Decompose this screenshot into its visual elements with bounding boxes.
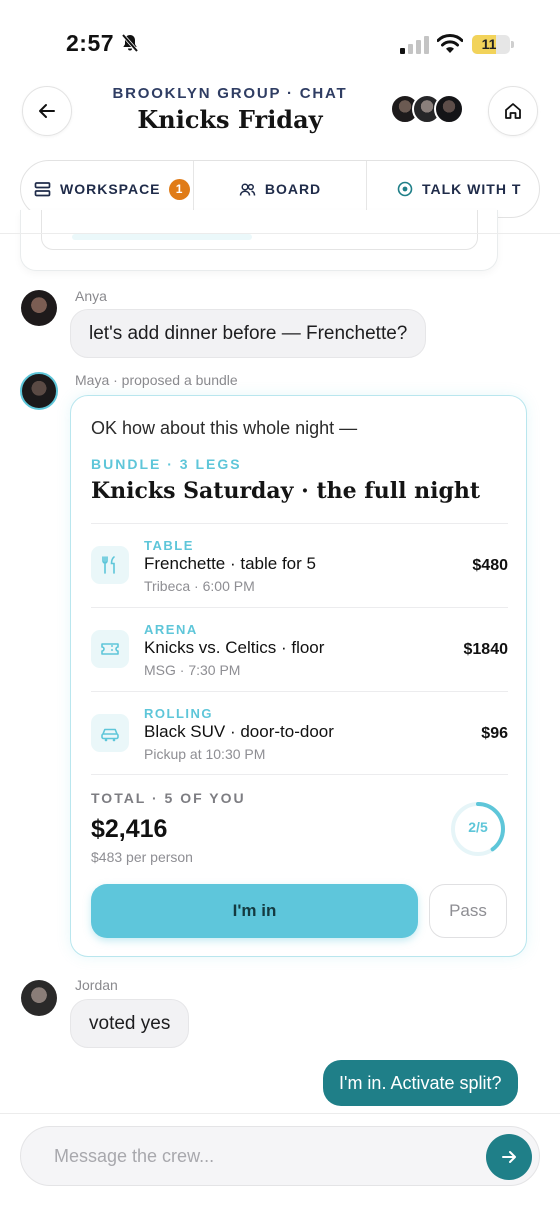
total-label: TOTAL · 5 OF YOU [91,790,246,806]
composer-divider [0,1113,560,1114]
vote-progress-ring: 2/5 [450,801,506,857]
home-button[interactable] [488,86,538,136]
ticket-icon [91,630,129,668]
leg-price: $480 [472,557,508,574]
sender-name: Jordan [75,977,118,993]
divider [91,774,508,775]
leg-category: TABLE [144,538,194,553]
bundle-card: OK how about this whole night — BUNDLE ·… [70,395,527,957]
page-title: Knicks Friday [137,105,323,134]
message-bubble[interactable]: let's add dinner before — Frenchette? [70,309,427,358]
layers-icon [34,181,51,196]
message-input[interactable]: Message the crew... [20,1126,540,1186]
leg-name: Black SUV · door-to-door [144,722,334,741]
pass-button[interactable]: Pass [429,884,507,938]
leg-meta: MSG · 7:30 PM [144,662,241,678]
outgoing-message-bubble[interactable]: I'm in. Activate split? [323,1060,518,1106]
avatar[interactable] [21,290,57,326]
avatar[interactable] [20,372,58,410]
sender-name: Anya [75,288,107,304]
bundle-title: Knicks Saturday · the full night [91,478,480,504]
leg-meta: Tribeca · 6:00 PM [144,578,255,594]
chat-group-subtitle: BROOKLYN GROUP · CHAT [112,85,348,102]
notification-badge: 1 [168,178,190,200]
bundle-intro: OK how about this whole night — [91,418,358,438]
im-in-button[interactable]: I'm in [91,884,418,938]
leg-name: Knicks vs. Celtics · floor [144,638,325,657]
bundle-leg-rolling[interactable]: ROLLING Black SUV · door-to-door Pickup … [91,692,508,775]
battery-icon: 11 [472,35,514,54]
leg-category: ARENA [144,622,198,637]
leg-name: Frenchette · table for 5 [144,554,316,573]
header-divider [0,233,560,234]
people-icon [239,182,256,196]
car-icon [91,714,129,752]
participant-avatars[interactable] [390,94,466,126]
previous-card-inner [41,210,478,250]
leg-category: ROLLING [144,706,213,721]
bundle-leg-arena[interactable]: ARENA Knicks vs. Celtics · floor MSG · 7… [91,608,508,691]
avatar [434,94,464,124]
per-person-amount: $483 per person [91,849,193,865]
message-placeholder: Message the crew... [54,1146,215,1166]
tab-board[interactable]: BOARD [194,161,367,217]
vote-count: 2/5 [468,819,488,835]
send-button[interactable] [486,1134,532,1180]
leg-meta: Pickup at 10:30 PM [144,746,266,762]
tab-board-label: BOARD [264,181,322,197]
leg-price: $1840 [463,641,509,658]
wifi-icon [436,34,464,59]
previous-message-card [20,210,498,271]
message-bubble[interactable]: voted yes [70,999,190,1048]
leg-price: $96 [481,725,508,742]
arrow-left-icon [39,104,55,118]
avatar[interactable] [21,980,57,1016]
battery-level: 11 [481,36,497,52]
tab-talk[interactable]: TALK WITH T [367,161,539,217]
signal-icon [400,36,430,59]
home-icon [505,103,521,119]
status-bar: 2:57 11 [0,0,560,80]
utensils-icon [91,546,129,584]
tab-talk-label: TALK WITH T [422,181,522,197]
status-time: 2:57 [66,30,115,56]
sender-name: Maya · proposed a bundle [75,372,238,388]
bell-slash-icon [120,33,140,58]
bundle-label: BUNDLE · 3 LEGS [91,456,242,472]
tab-workspace-label: WORKSPACE [60,181,161,197]
bundle-leg-table[interactable]: TABLE Frenchette · table for 5 Tribeca ·… [91,524,508,607]
target-icon [397,181,413,197]
back-button[interactable] [22,86,72,136]
total-amount: $2,416 [91,815,168,843]
arrow-right-icon [502,1151,516,1163]
tab-workspace[interactable]: WORKSPACE 1 [21,161,194,217]
